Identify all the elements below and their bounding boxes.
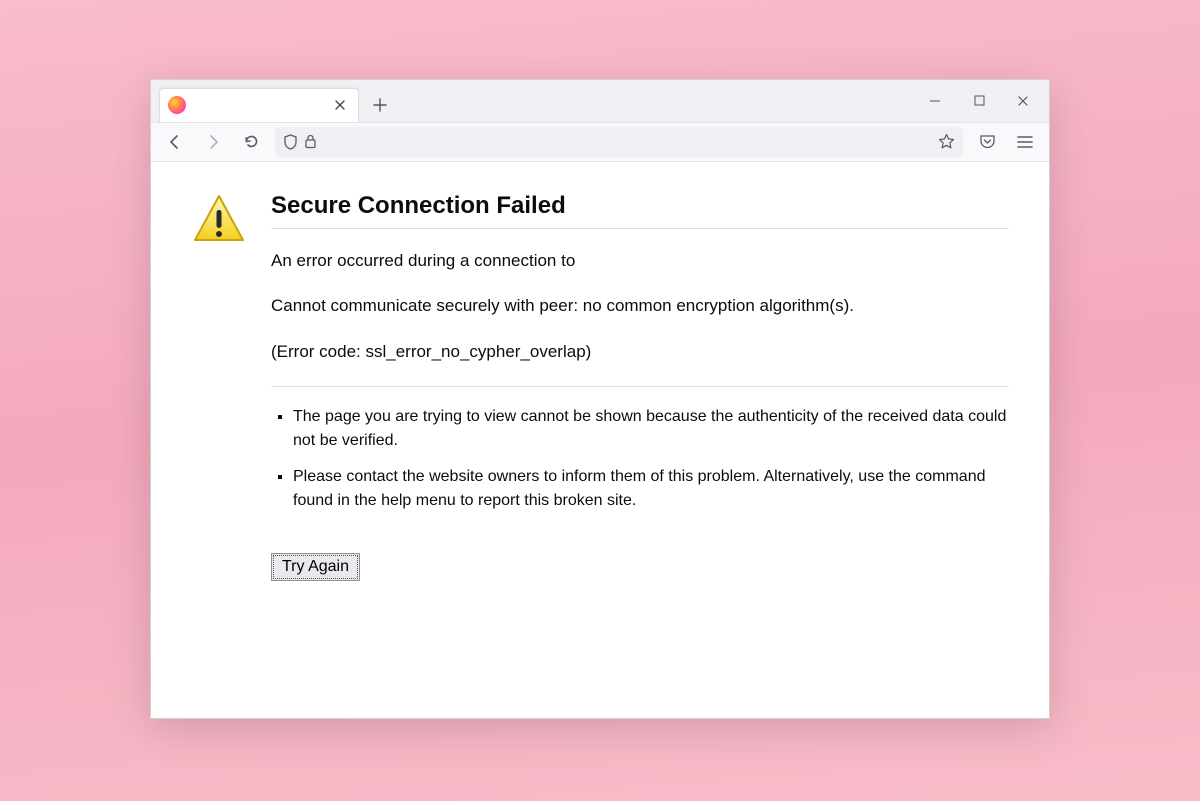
window-controls	[915, 80, 1043, 122]
error-advice-item: The page you are trying to view cannot b…	[293, 405, 1009, 453]
back-button[interactable]	[161, 128, 189, 156]
nav-toolbar	[151, 122, 1049, 162]
firefox-favicon	[168, 96, 186, 114]
try-again-button[interactable]: Try Again	[271, 553, 360, 581]
error-line-2: Cannot communicate securely with peer: n…	[271, 294, 1009, 318]
new-tab-button[interactable]	[365, 90, 395, 120]
error-code: (Error code: ssl_error_no_cypher_overlap…	[271, 340, 1009, 364]
app-menu-button[interactable]	[1011, 128, 1039, 156]
error-advice-item: Please contact the website owners to inf…	[293, 465, 1009, 513]
maximize-button[interactable]	[959, 86, 999, 116]
site-security-icons[interactable]	[283, 134, 317, 150]
bookmark-star-icon[interactable]	[938, 133, 955, 150]
page-content: Secure Connection Failed An error occurr…	[151, 162, 1049, 718]
tab-strip	[151, 80, 1049, 122]
error-heading: Secure Connection Failed	[271, 192, 1009, 229]
browser-tab[interactable]	[159, 88, 359, 122]
error-line-1: An error occurred during a connection to	[271, 249, 1009, 273]
error-advice-list: The page you are trying to view cannot b…	[271, 405, 1009, 513]
window-close-button[interactable]	[1003, 86, 1043, 116]
browser-window: Secure Connection Failed An error occurr…	[150, 79, 1050, 719]
minimize-button[interactable]	[915, 86, 955, 116]
tab-close-button[interactable]	[330, 95, 350, 115]
reload-button[interactable]	[237, 128, 265, 156]
url-input[interactable]	[325, 134, 930, 149]
error-body: Secure Connection Failed An error occurr…	[271, 192, 1009, 688]
forward-button[interactable]	[199, 128, 227, 156]
shield-icon	[283, 134, 298, 150]
warning-triangle-icon	[191, 192, 247, 248]
lock-icon	[304, 134, 317, 149]
url-bar[interactable]	[275, 127, 963, 157]
divider	[271, 386, 1009, 387]
pocket-button[interactable]	[973, 128, 1001, 156]
